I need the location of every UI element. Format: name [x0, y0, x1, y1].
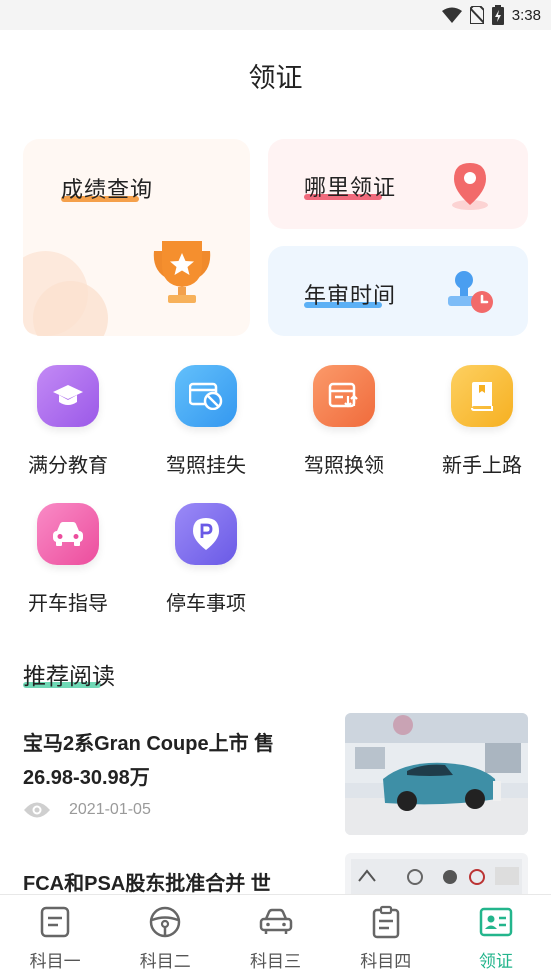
clock: 3:38: [511, 6, 541, 24]
notepad-icon: [372, 905, 399, 939]
wifi-icon: [441, 7, 462, 23]
license-loss-item[interactable]: 驾照挂失: [146, 365, 266, 478]
article-title: FCA和PSA股东批准合并 世: [23, 873, 271, 894]
book-icon: [451, 365, 513, 427]
nav-subject-three[interactable]: 科目三: [220, 895, 330, 979]
parking-icon: [175, 503, 237, 565]
license-renewal-item[interactable]: 驾照换领: [284, 365, 404, 478]
annual-review-label: 年审时间: [304, 284, 397, 309]
beginner-driver-item[interactable]: 新手上路: [422, 365, 542, 478]
grid-label: 驾照挂失: [166, 453, 246, 477]
nav-label: 科目三: [250, 952, 301, 972]
card-renew-icon: [313, 365, 375, 427]
driving-guide-item[interactable]: 开车指导: [8, 503, 128, 616]
license-card-icon: [479, 907, 513, 937]
annual-review-card[interactable]: 年审时间: [268, 246, 528, 336]
article-meta: 2021-01-05: [23, 801, 151, 819]
recommended-reading-title: 推荐阅读: [23, 664, 115, 690]
grid-label: 开车指导: [28, 591, 108, 615]
nav-subject-two[interactable]: 科目二: [110, 895, 220, 979]
document-icon: [40, 906, 70, 938]
card-cancel-icon: [175, 365, 237, 427]
nav-subject-four[interactable]: 科目四: [331, 895, 441, 979]
where-to-collect-card[interactable]: 哪里领证: [268, 139, 528, 229]
status-bar: 3:38: [0, 0, 551, 30]
nav-get-license[interactable]: 领证: [441, 895, 551, 979]
grid-label: 停车事项: [166, 591, 246, 615]
article-thumbnail: [345, 713, 528, 835]
nav-label: 科目二: [139, 952, 191, 972]
article-date: 2021-01-05: [69, 801, 151, 818]
where-to-collect-label: 哪里领证: [304, 176, 397, 201]
parking-notes-item[interactable]: 停车事项: [146, 503, 266, 616]
car-icon: [37, 503, 99, 565]
graduation-cap-icon: [37, 365, 99, 427]
battery-icon: [491, 5, 504, 25]
nav-subject-one[interactable]: 科目一: [0, 895, 110, 979]
grid-label: 驾照换领: [304, 453, 384, 477]
grid-label: 新手上路: [442, 453, 522, 477]
article-title: 宝马2系Gran Coupe上市 售26.98-30.98万: [23, 733, 275, 789]
article-item[interactable]: FCA和PSA股东批准合并 世: [0, 853, 551, 894]
no-sim-icon: [469, 6, 484, 24]
page-title: 领证: [248, 63, 303, 94]
score-query-card[interactable]: 成绩查询: [23, 139, 250, 336]
stamp-clock-icon: [448, 271, 493, 313]
nav-label: 科目四: [360, 952, 412, 972]
bottom-navigation: 科目一 科目二 科目三 科目四 领证: [0, 894, 551, 979]
article-thumbnail: [345, 853, 528, 894]
location-pin-icon: [452, 163, 488, 210]
trophy-icon: [153, 241, 211, 303]
nav-label: 领证: [478, 952, 513, 972]
steering-wheel-icon: [150, 906, 181, 938]
grid-label: 满分教育: [28, 453, 108, 477]
full-score-education-item[interactable]: 满分教育: [8, 365, 128, 478]
eye-icon: [24, 802, 50, 818]
article-item[interactable]: 宝马2系Gran Coupe上市 售26.98-30.98万 2021-01-0…: [0, 713, 551, 838]
score-query-label: 成绩查询: [61, 178, 154, 203]
status-icons: 3:38: [441, 5, 541, 25]
car-icon: [259, 908, 292, 934]
nav-label: 科目一: [29, 952, 81, 972]
